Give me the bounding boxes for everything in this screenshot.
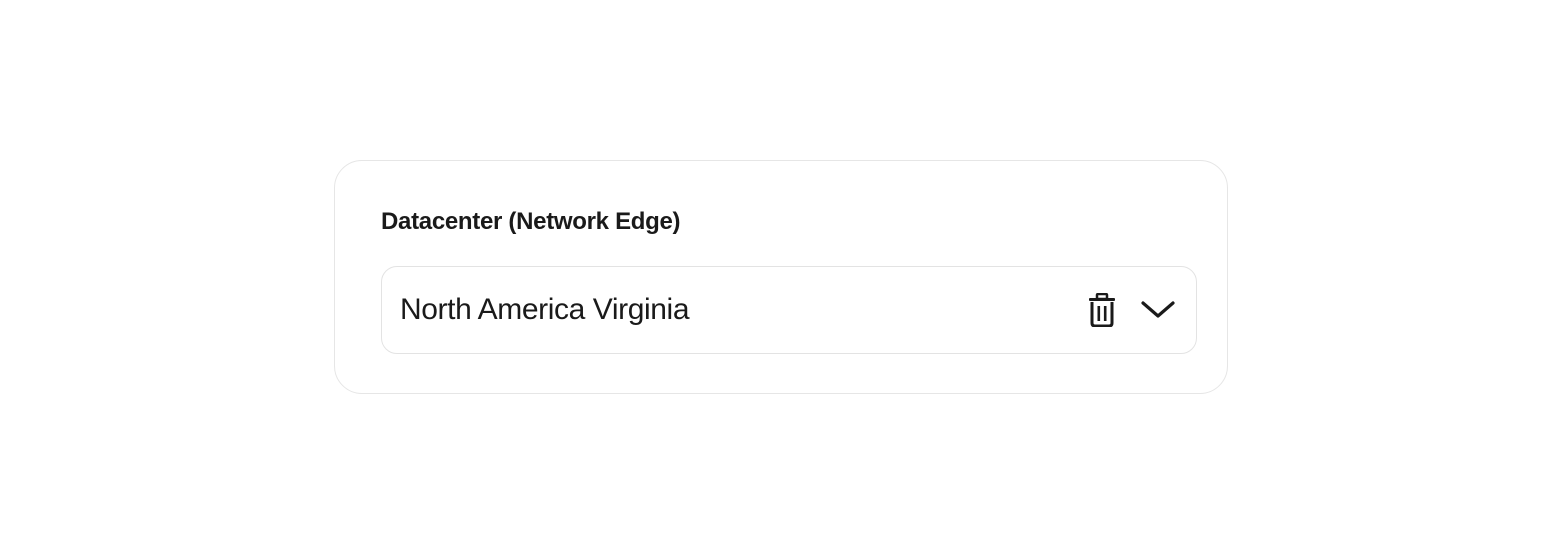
datacenter-selected-value: North America Virginia xyxy=(400,293,690,326)
expand-dropdown-button[interactable] xyxy=(1138,290,1178,330)
datacenter-field-label: Datacenter (Network Edge) xyxy=(381,208,681,235)
datacenter-card: Datacenter (Network Edge) North America … xyxy=(334,160,1228,394)
trash-icon xyxy=(1089,293,1115,327)
clear-selection-button[interactable] xyxy=(1084,290,1120,330)
chevron-down-icon xyxy=(1141,301,1175,318)
datacenter-select[interactable]: North America Virginia xyxy=(381,266,1197,354)
